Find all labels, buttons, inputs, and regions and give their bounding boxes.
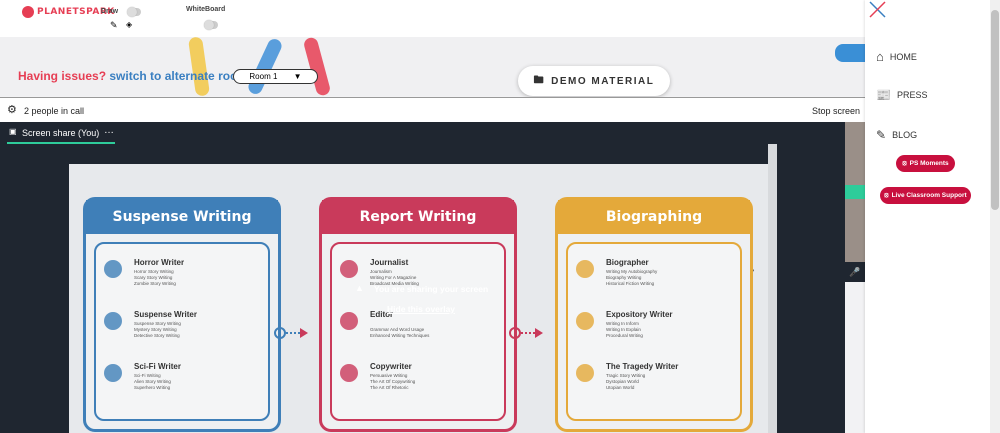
card-inner-panel: Biographer Writing My Autobiography Biogra…: [566, 242, 742, 421]
screen-share-tab-label[interactable]: Screen share (You): [22, 128, 99, 138]
logo-icon: [22, 6, 34, 18]
issue-prefix: Having issues?: [18, 69, 107, 83]
close-circle-icon: ⦻: [902, 159, 907, 167]
share-screen-icon: ▲: [355, 283, 364, 293]
ps-moments-button[interactable]: ⦻ PS Moments: [896, 155, 955, 172]
top-toolbar: [0, 0, 865, 37]
writer-avatar-icon: [340, 312, 358, 330]
writer-skill: Historical Fiction Writing: [606, 281, 655, 286]
writer-avatar-icon: [104, 312, 122, 330]
room-select[interactable]: Room 1 ▼: [233, 69, 318, 84]
eraser-icon[interactable]: ◈: [126, 20, 132, 29]
pencil-icon[interactable]: ✎: [110, 20, 118, 31]
writer-skill: Utopian World: [606, 385, 635, 390]
participant-video[interactable]: [845, 122, 865, 282]
participant-status-indicator: [845, 185, 865, 199]
card-biographing: Biographing Biographer Writing My Autobiog…: [555, 197, 753, 432]
card-title: Suspense Writing: [86, 200, 278, 234]
card-inner-panel: Journalist Journalism Writing For A Magazi…: [330, 242, 506, 421]
sidebar-press-label: PRESS: [896, 90, 928, 100]
connector-arrow: [509, 327, 543, 339]
writer-skill: Superhero Writing: [134, 385, 171, 390]
live-classroom-support-button[interactable]: ⦻ Live Classroom Support: [880, 187, 971, 204]
more-options-icon[interactable]: …: [104, 125, 114, 136]
sidebar-item-home[interactable]: ⌂ HOME: [876, 49, 917, 64]
writer-role-name: Horror Writer: [134, 258, 185, 267]
sidebar-item-press[interactable]: 📰 PRESS: [876, 88, 927, 102]
draw-label: Draw: [101, 8, 119, 15]
demo-material-button[interactable]: 🖿 DEMO MATERIAL: [518, 66, 670, 96]
close-circle-icon: ⦻: [884, 191, 889, 199]
writer-role-name: Suspense Writer: [134, 310, 197, 319]
room-select-value: Room 1: [249, 72, 278, 81]
ps-moments-label: PS Moments: [909, 160, 949, 167]
connector-arrow: [274, 327, 308, 339]
sharing-message: You are sharing your screen: [374, 284, 489, 294]
screen-share-bar: ▣ Screen share (You) …: [0, 122, 865, 144]
demo-material-label: DEMO MATERIAL: [551, 75, 655, 87]
draw-toggle[interactable]: [127, 7, 141, 17]
hide-overlay-link[interactable]: Hide this overlay: [387, 304, 455, 314]
close-icon[interactable]: [869, 1, 886, 18]
whiteboard-label: WhiteBoard: [186, 6, 226, 13]
slide-content: ❮ ❯ Suspense WritingHorror WriterHorror …: [69, 164, 769, 433]
right-sidebar: [865, 0, 1000, 433]
card-title: Biographing: [558, 200, 750, 234]
card-title: Report Writing: [322, 200, 514, 234]
folder-icon: 🖿: [533, 74, 546, 86]
writer-avatar-icon: [104, 260, 122, 278]
writer-avatar-icon: [576, 312, 594, 330]
writer-role-name: Sci-Fi Writer: [134, 362, 181, 371]
writer-role-name: Biographer: [606, 258, 649, 267]
writer-avatar-icon: [340, 260, 358, 278]
writer-skill: Procedural Writing: [606, 333, 643, 338]
stop-screen-button[interactable]: Stop screen: [812, 106, 860, 116]
slide-scrollbar[interactable]: [768, 144, 777, 433]
card-suspense-writing: Suspense Writing Horror Writer Horror Stor…: [83, 197, 281, 432]
writer-skill: Zombie Story Writing: [134, 281, 176, 286]
people-count: 2 people in call: [24, 106, 85, 116]
writer-role-name: The Tragedy Writer: [606, 362, 679, 371]
live-support-label: Live Classroom Support: [891, 192, 967, 199]
writer-avatar-icon: [576, 364, 594, 382]
writer-skill: The Art Of Rhetoric: [370, 385, 409, 390]
issue-message: Having issues? switch to alternate room: [18, 69, 248, 83]
issue-bar: [0, 37, 865, 96]
page-scroll-thumb[interactable]: [991, 10, 999, 210]
card-report-writing: Report Writing Journalist Journalism Writin…: [319, 197, 517, 432]
alternate-room-link[interactable]: switch to alternate room: [109, 69, 248, 83]
gear-icon[interactable]: ⚙: [7, 103, 17, 116]
screen-share-icon: ▣: [9, 127, 17, 136]
chat-bubble-icon[interactable]: [835, 44, 865, 62]
press-icon: 📰: [876, 88, 891, 102]
writer-role-name: Expository Writer: [606, 310, 673, 319]
writer-avatar-icon: [576, 260, 594, 278]
chevron-down-icon: ▼: [293, 72, 302, 81]
writer-avatar-icon: [340, 364, 358, 382]
card-inner-panel: Horror Writer Horror Story Writing Scary S…: [94, 242, 270, 421]
pen-icon: ✎: [876, 128, 887, 142]
writer-skill: Detective Story Writing: [134, 333, 180, 338]
writer-role-name: Copywriter: [370, 362, 412, 371]
home-icon: ⌂: [876, 49, 884, 64]
sidebar-blog-label: BLOG: [892, 130, 918, 140]
writer-avatar-icon: [104, 364, 122, 382]
writer-skill: Enhanced Writing Techniques: [370, 333, 430, 338]
sidebar-item-blog[interactable]: ✎ BLOG: [876, 128, 917, 142]
sidebar-home-label: HOME: [889, 51, 917, 62]
writer-role-name: Journalist: [370, 258, 409, 267]
call-bar: ⚙ 2 people in call Stop screen: [0, 97, 865, 122]
whiteboard-toggle[interactable]: [204, 20, 218, 30]
microphone-icon[interactable]: 🎤: [845, 262, 865, 282]
